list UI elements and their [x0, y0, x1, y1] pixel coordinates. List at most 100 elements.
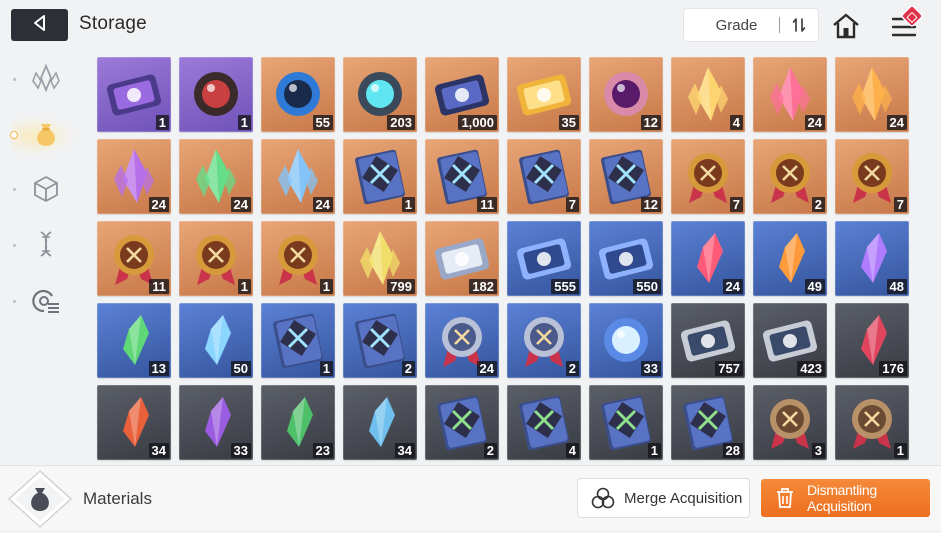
merge-acquisition-button[interactable]: Merge Acquisition	[578, 479, 749, 517]
sort-icon[interactable]	[788, 14, 810, 36]
inventory-item[interactable]: 2	[507, 303, 581, 378]
material-bag-icon	[26, 484, 54, 519]
inventory-item[interactable]: 1	[261, 303, 335, 378]
sidebar-item-modules[interactable]	[26, 171, 66, 211]
inventory-item[interactable]: 11	[97, 221, 171, 296]
dna-icon	[31, 229, 61, 264]
category-label: Materials	[83, 489, 152, 508]
item-quantity: 1	[237, 115, 251, 130]
inventory-item[interactable]: 48	[835, 221, 909, 296]
inventory-item[interactable]: 2	[753, 139, 827, 214]
item-quantity: 203	[387, 115, 415, 130]
item-quantity: 1	[647, 443, 661, 458]
item-quantity: 34	[394, 443, 415, 458]
inventory-item[interactable]: 33	[589, 303, 663, 378]
inventory-item[interactable]: 24	[671, 221, 745, 296]
dismantling-acquisition-label: Dismantling Acquisition	[807, 482, 877, 514]
inventory-item[interactable]: 24	[179, 139, 253, 214]
item-quantity: 7	[893, 197, 907, 212]
inventory-item[interactable]: 24	[97, 139, 171, 214]
sidebar-item-materials[interactable]	[26, 116, 66, 156]
inventory-item[interactable]: 2	[343, 303, 417, 378]
inventory-item[interactable]: 1	[343, 139, 417, 214]
inventory-item[interactable]: 1	[589, 385, 663, 460]
item-quantity: 24	[722, 279, 743, 294]
item-quantity: 7	[729, 197, 743, 212]
item-quantity: 1	[319, 279, 333, 294]
inventory-item[interactable]: 799	[343, 221, 417, 296]
item-quantity: 11	[477, 197, 497, 212]
item-quantity: 2	[401, 361, 415, 376]
inventory-item[interactable]: 34	[97, 385, 171, 460]
sidebar-item-genes[interactable]	[26, 226, 66, 266]
inventory-item[interactable]: 1	[179, 57, 253, 132]
page-title: Storage	[79, 13, 147, 34]
sidebar-item-crystals[interactable]	[26, 60, 66, 100]
inventory-item[interactable]: 757	[671, 303, 745, 378]
inventory-item[interactable]: 34	[343, 385, 417, 460]
merge-icon	[590, 486, 616, 510]
item-quantity: 13	[148, 361, 169, 376]
inventory-item[interactable]: 35	[507, 57, 581, 132]
inventory-item[interactable]: 12	[589, 57, 663, 132]
inventory-item[interactable]: 1	[261, 221, 335, 296]
inventory-item[interactable]: 2	[425, 385, 499, 460]
item-quantity: 176	[879, 361, 907, 376]
inventory-item[interactable]: 182	[425, 221, 499, 296]
inventory-item[interactable]: 24	[425, 303, 499, 378]
inventory-item[interactable]: 49	[753, 221, 827, 296]
item-quantity: 24	[476, 361, 497, 376]
back-button[interactable]	[11, 9, 68, 41]
item-quantity: 757	[715, 361, 743, 376]
inventory-item[interactable]: 7	[507, 139, 581, 214]
inventory-item[interactable]: 1	[97, 57, 171, 132]
item-quantity: 2	[483, 443, 497, 458]
inventory-item[interactable]: 33	[179, 385, 253, 460]
item-quantity: 24	[312, 197, 333, 212]
item-quantity: 1	[893, 443, 907, 458]
inventory-item[interactable]: 550	[589, 221, 663, 296]
inventory-item[interactable]: 12	[589, 139, 663, 214]
inventory-item[interactable]: 4	[671, 57, 745, 132]
item-quantity: 1,000	[458, 115, 497, 130]
inventory-item[interactable]: 3	[753, 385, 827, 460]
item-quantity: 182	[469, 279, 497, 294]
inventory-item[interactable]: 555	[507, 221, 581, 296]
item-quantity: 55	[312, 115, 333, 130]
sort-label: Grade	[715, 16, 758, 34]
inventory-item[interactable]: 203	[343, 57, 417, 132]
inventory-item[interactable]: 55	[261, 57, 335, 132]
inventory-item[interactable]: 28	[671, 385, 745, 460]
inventory-item[interactable]: 4	[507, 385, 581, 460]
inventory-item[interactable]: 1	[179, 221, 253, 296]
sidebar-item-records[interactable]	[26, 283, 66, 323]
item-quantity: 33	[230, 443, 251, 458]
home-button[interactable]	[830, 10, 862, 42]
inventory-item[interactable]: 1,000	[425, 57, 499, 132]
inventory-item[interactable]: 11	[425, 139, 499, 214]
inventory-item[interactable]: 7	[671, 139, 745, 214]
sort-dropdown[interactable]: Grade	[684, 9, 818, 41]
back-arrow-icon	[31, 14, 49, 37]
item-quantity: 1	[319, 361, 333, 376]
inventory-item[interactable]: 13	[97, 303, 171, 378]
inventory-item[interactable]: 176	[835, 303, 909, 378]
inventory-item[interactable]: 24	[753, 57, 827, 132]
inventory-item[interactable]: 423	[753, 303, 827, 378]
item-quantity: 33	[640, 361, 661, 376]
sort-divider	[779, 17, 780, 33]
dismantling-acquisition-button[interactable]: Dismantling Acquisition	[761, 479, 930, 517]
rail-dot	[13, 188, 16, 191]
item-quantity: 11	[149, 279, 169, 294]
inventory-item[interactable]: 1	[835, 385, 909, 460]
item-quantity: 550	[633, 279, 661, 294]
inventory-item[interactable]: 50	[179, 303, 253, 378]
inventory-item[interactable]: 24	[835, 57, 909, 132]
item-quantity: 1	[155, 115, 169, 130]
inventory-item[interactable]: 24	[261, 139, 335, 214]
inventory-item[interactable]: 7	[835, 139, 909, 214]
item-quantity: 3	[811, 443, 825, 458]
inventory-item[interactable]: 23	[261, 385, 335, 460]
item-quantity: 24	[148, 197, 169, 212]
item-quantity: 2	[811, 197, 825, 212]
